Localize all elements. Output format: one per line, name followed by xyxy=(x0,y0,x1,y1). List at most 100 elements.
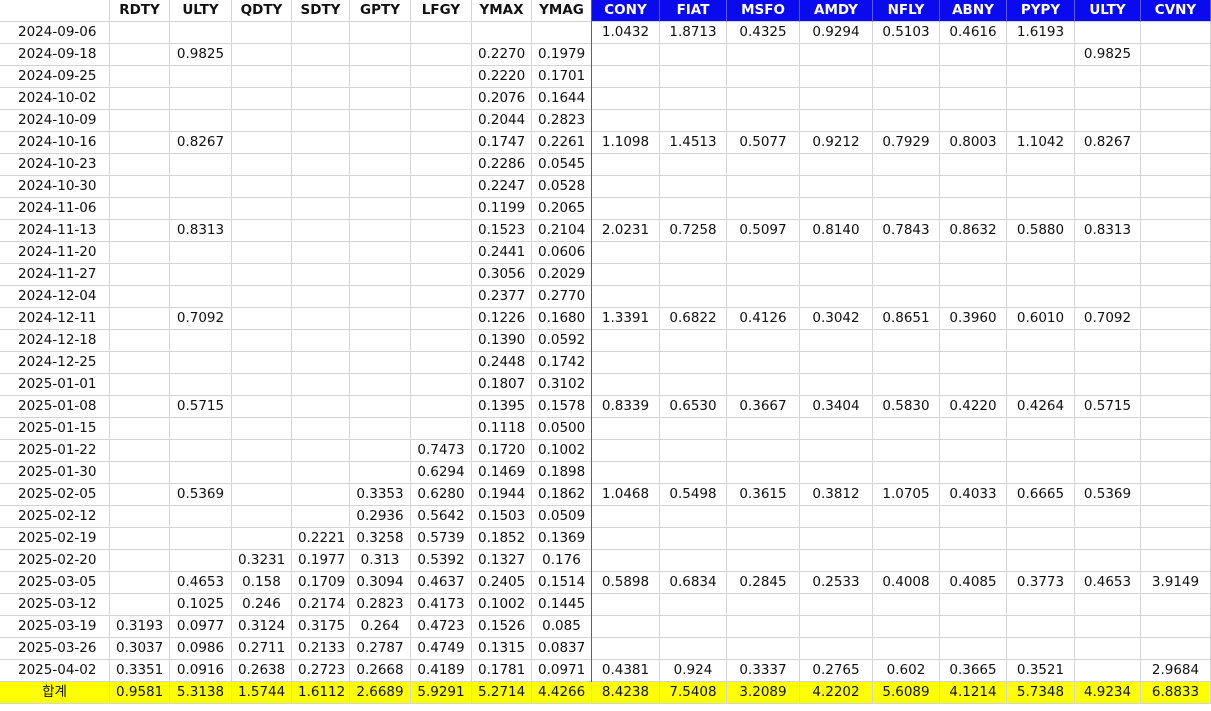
total-cell[interactable]: 0.9581 xyxy=(110,682,170,704)
data-cell[interactable] xyxy=(873,264,940,286)
data-cell[interactable]: 0.3042 xyxy=(800,308,873,330)
data-cell[interactable]: 0.0528 xyxy=(532,176,592,198)
data-cell[interactable]: 0.7843 xyxy=(873,220,940,242)
column-header-ulty[interactable]: ULTY xyxy=(1075,0,1141,22)
total-cell[interactable]: 1.5744 xyxy=(232,682,292,704)
data-cell[interactable]: 0.5715 xyxy=(170,396,232,418)
data-cell[interactable] xyxy=(350,88,411,110)
data-cell[interactable]: 0.2823 xyxy=(350,594,411,616)
data-cell[interactable] xyxy=(170,418,232,440)
data-cell[interactable] xyxy=(350,440,411,462)
column-header-ulty[interactable]: ULTY xyxy=(170,0,232,22)
data-cell[interactable]: 0.1720 xyxy=(472,440,532,462)
data-cell[interactable] xyxy=(411,242,472,264)
row-date-cell[interactable]: 2024-10-23 xyxy=(0,154,110,176)
data-cell[interactable] xyxy=(1075,660,1141,682)
data-cell[interactable] xyxy=(660,242,727,264)
data-cell[interactable] xyxy=(800,594,873,616)
data-cell[interactable] xyxy=(592,176,660,198)
data-cell[interactable] xyxy=(1141,484,1211,506)
data-cell[interactable] xyxy=(592,330,660,352)
data-cell[interactable]: 0.6530 xyxy=(660,396,727,418)
data-cell[interactable] xyxy=(170,550,232,572)
data-cell[interactable]: 0.5830 xyxy=(873,396,940,418)
data-cell[interactable] xyxy=(1075,462,1141,484)
data-cell[interactable] xyxy=(940,528,1007,550)
data-cell[interactable] xyxy=(1075,418,1141,440)
data-cell[interactable] xyxy=(411,286,472,308)
data-cell[interactable] xyxy=(110,264,170,286)
data-cell[interactable] xyxy=(940,66,1007,88)
data-cell[interactable]: 0.2936 xyxy=(350,506,411,528)
data-cell[interactable] xyxy=(232,132,292,154)
data-cell[interactable] xyxy=(232,330,292,352)
data-cell[interactable] xyxy=(1007,616,1075,638)
data-cell[interactable] xyxy=(660,286,727,308)
data-cell[interactable] xyxy=(1007,264,1075,286)
data-cell[interactable]: 1.4513 xyxy=(660,132,727,154)
data-cell[interactable]: 0.6294 xyxy=(411,462,472,484)
data-cell[interactable]: 0.1503 xyxy=(472,506,532,528)
data-cell[interactable] xyxy=(1075,88,1141,110)
data-cell[interactable]: 0.1644 xyxy=(532,88,592,110)
data-cell[interactable]: 0.5898 xyxy=(592,572,660,594)
data-cell[interactable]: 0.1118 xyxy=(472,418,532,440)
data-cell[interactable] xyxy=(727,88,800,110)
data-cell[interactable] xyxy=(873,352,940,374)
data-cell[interactable]: 0.1315 xyxy=(472,638,532,660)
data-cell[interactable] xyxy=(1141,198,1211,220)
data-cell[interactable]: 0.1898 xyxy=(532,462,592,484)
data-cell[interactable] xyxy=(232,374,292,396)
total-cell[interactable]: 5.3138 xyxy=(170,682,232,704)
data-cell[interactable] xyxy=(800,242,873,264)
data-cell[interactable] xyxy=(940,44,1007,66)
data-cell[interactable] xyxy=(411,308,472,330)
data-cell[interactable]: 0.3102 xyxy=(532,374,592,396)
data-cell[interactable] xyxy=(350,396,411,418)
data-cell[interactable] xyxy=(940,264,1007,286)
data-cell[interactable] xyxy=(660,154,727,176)
data-cell[interactable] xyxy=(411,220,472,242)
data-cell[interactable]: 0.3258 xyxy=(350,528,411,550)
data-cell[interactable] xyxy=(110,440,170,462)
data-cell[interactable]: 0.5880 xyxy=(1007,220,1075,242)
data-cell[interactable] xyxy=(873,66,940,88)
data-cell[interactable] xyxy=(660,44,727,66)
data-cell[interactable]: 0.4637 xyxy=(411,572,472,594)
data-cell[interactable] xyxy=(727,44,800,66)
column-header-abny[interactable]: ABNY xyxy=(940,0,1007,22)
data-cell[interactable] xyxy=(800,550,873,572)
data-cell[interactable] xyxy=(873,330,940,352)
column-header-msfo[interactable]: MSFO xyxy=(727,0,800,22)
data-cell[interactable] xyxy=(660,66,727,88)
data-cell[interactable] xyxy=(800,418,873,440)
data-cell[interactable] xyxy=(940,594,1007,616)
data-cell[interactable] xyxy=(532,22,592,44)
data-cell[interactable] xyxy=(110,66,170,88)
data-cell[interactable] xyxy=(411,154,472,176)
data-cell[interactable] xyxy=(110,132,170,154)
data-cell[interactable] xyxy=(873,528,940,550)
data-cell[interactable]: 0.2770 xyxy=(532,286,592,308)
data-cell[interactable] xyxy=(1141,176,1211,198)
data-cell[interactable]: 0.3175 xyxy=(292,616,350,638)
data-cell[interactable] xyxy=(800,264,873,286)
data-cell[interactable]: 0.7092 xyxy=(170,308,232,330)
data-cell[interactable] xyxy=(1007,462,1075,484)
data-cell[interactable] xyxy=(1007,374,1075,396)
data-cell[interactable] xyxy=(350,462,411,484)
data-cell[interactable] xyxy=(292,396,350,418)
data-cell[interactable]: 0.1002 xyxy=(532,440,592,462)
data-cell[interactable] xyxy=(170,198,232,220)
column-header-fiat[interactable]: FIAT xyxy=(660,0,727,22)
data-cell[interactable] xyxy=(592,352,660,374)
data-cell[interactable] xyxy=(1141,594,1211,616)
data-cell[interactable]: 0.1199 xyxy=(472,198,532,220)
row-date-cell[interactable]: 2024-09-06 xyxy=(0,22,110,44)
data-cell[interactable] xyxy=(727,374,800,396)
data-cell[interactable] xyxy=(1075,286,1141,308)
data-cell[interactable] xyxy=(350,286,411,308)
data-cell[interactable]: 0.3094 xyxy=(350,572,411,594)
data-cell[interactable]: 0.3351 xyxy=(110,660,170,682)
column-header-pypy[interactable]: PYPY xyxy=(1007,0,1075,22)
